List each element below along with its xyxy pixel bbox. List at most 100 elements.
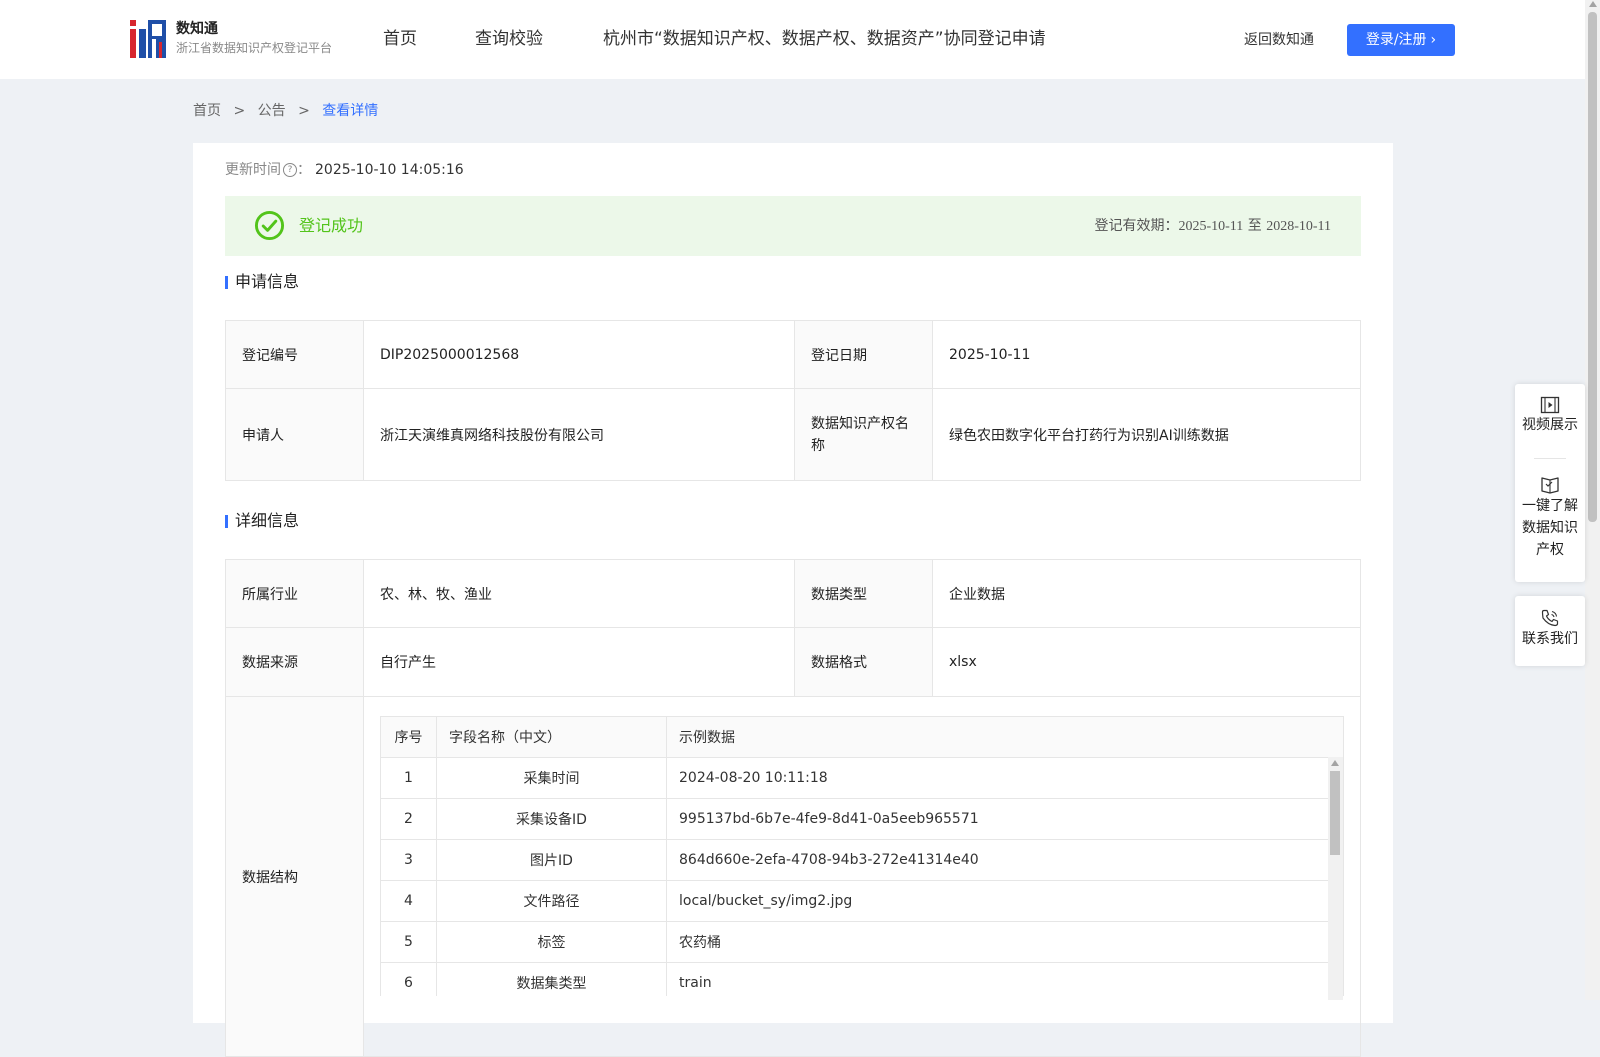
column-header: 序号 xyxy=(380,716,437,758)
field-value: 农、林、牧、渔业 xyxy=(363,559,795,628)
section-title-detail: 详细信息 xyxy=(225,510,299,532)
question-circle-icon[interactable]: ? xyxy=(283,163,297,177)
table-scrollbar[interactable] xyxy=(1328,757,1343,1000)
field-label: 数据类型 xyxy=(794,559,933,628)
column-header: 字段名称（中文） xyxy=(436,716,667,758)
chevron-right-icon: › xyxy=(1430,32,1437,48)
field-label: 申请人 xyxy=(225,388,364,481)
float-panel-contact: 联系我们 xyxy=(1515,596,1585,666)
breadcrumb-notice[interactable]: 公告 xyxy=(258,103,286,119)
scroll-up-arrow-icon[interactable] xyxy=(1331,760,1339,766)
nav-register-apply[interactable]: 杭州市“数据知识产权、数据产权、数据资产”协同登记申请 xyxy=(603,28,1046,50)
logo-title: 数知通 xyxy=(176,21,218,37)
update-time-label: 更新时间 xyxy=(225,162,281,178)
table-header-row: 序号 字段名称（中文） 示例数据 xyxy=(380,716,1344,758)
update-time: 更新时间?： 2025-10-10 14:05:16 xyxy=(225,160,464,180)
validity-end: 2028-10-11 xyxy=(1266,219,1331,234)
nav-query[interactable]: 查询校验 xyxy=(475,28,543,50)
validity-label: 登记有效期： xyxy=(1094,218,1179,234)
table-cell: 1 xyxy=(380,757,437,799)
login-button-label: 登录/注册 xyxy=(1365,32,1427,48)
table-cell: 4 xyxy=(380,880,437,922)
field-label: 数据格式 xyxy=(794,627,933,697)
table-cell: 864d660e-2efa-4708-94b3-272e41314e40 xyxy=(666,839,1344,881)
status-banner: 登记成功 登记有效期：2025-10-11 至 2028-10-11 xyxy=(225,196,1361,256)
scroll-up-arrow-icon[interactable] xyxy=(1589,1,1597,7)
field-value: DIP2025000012568 xyxy=(363,320,795,389)
column-header: 示例数据 xyxy=(666,716,1344,758)
table-cell: 995137bd-6b7e-4fe9-8d41-0a5eeb965571 xyxy=(666,798,1344,840)
field-label: 数据来源 xyxy=(225,627,364,697)
table-cell: 2 xyxy=(380,798,437,840)
video-showcase-label: 视频展示 xyxy=(1522,417,1578,433)
data-structure-table: 序号 字段名称（中文） 示例数据 1 采集时间 2024-08-20 10:11… xyxy=(380,716,1344,996)
table-row: 数据来源 自行产生 数据格式 xlsx xyxy=(225,627,1361,697)
field-value: 2025-10-11 xyxy=(932,320,1361,389)
status-text: 登记成功 xyxy=(299,216,364,235)
page-scrollbar[interactable] xyxy=(1585,0,1600,1000)
logo-subtitle: 浙江省数据知识产权登记平台 xyxy=(176,41,333,55)
table-cell: train xyxy=(666,962,1344,996)
learn-ip-label-1: 一键了解 xyxy=(1522,498,1578,514)
table-cell: 3 xyxy=(380,839,437,881)
contact-us-button[interactable]: 联系我们 xyxy=(1515,596,1585,650)
learn-ip-button[interactable]: 一键了解 数据知识 产权 xyxy=(1515,459,1585,561)
data-structure-table-wrap[interactable]: 序号 字段名称（中文） 示例数据 1 采集时间 2024-08-20 10:11… xyxy=(380,716,1344,996)
learn-ip-label-3: 产权 xyxy=(1536,542,1564,558)
check-circle-icon xyxy=(254,210,285,241)
field-value: 企业数据 xyxy=(932,559,1361,628)
table-row: 6 数据集类型 train xyxy=(380,962,1344,996)
field-label: 数据结构 xyxy=(225,696,364,1057)
breadcrumb-separator: > xyxy=(298,103,310,119)
field-label: 所属行业 xyxy=(225,559,364,628)
table-cell: 标签 xyxy=(436,921,667,963)
field-value: 绿色农田数字化平台打药行为识别AI训练数据 xyxy=(932,388,1361,481)
field-label: 登记日期 xyxy=(794,320,933,389)
field-label: 登记编号 xyxy=(225,320,364,389)
table-row: 5 标签 农药桶 xyxy=(380,921,1344,963)
table-cell: 农药桶 xyxy=(666,921,1344,963)
update-time-value: 2025-10-10 14:05:16 xyxy=(315,162,464,178)
table-cell: 6 xyxy=(380,962,437,996)
table-cell: 5 xyxy=(380,921,437,963)
breadcrumb-current: 查看详情 xyxy=(322,103,379,119)
field-value: 浙江天演维真网络科技股份有限公司 xyxy=(363,388,795,481)
field-label: 数据知识产权名称 xyxy=(794,388,933,481)
field-value: xlsx xyxy=(932,627,1361,697)
update-time-colon: ： xyxy=(297,162,311,178)
table-cell: 采集设备ID xyxy=(436,798,667,840)
video-icon xyxy=(1540,396,1560,414)
table-cell: 2024-08-20 10:11:18 xyxy=(666,757,1344,799)
login-button[interactable]: 登录/注册 › xyxy=(1347,24,1455,56)
table-row: 3 图片ID 864d660e-2efa-4708-94b3-272e41314… xyxy=(380,839,1344,881)
book-icon xyxy=(1541,477,1559,494)
top-header: 数知通 浙江省数据知识产权登记平台 首页 查询校验 杭州市“数据知识产权、数据产… xyxy=(0,0,1585,79)
float-panel-main: 视频展示 一键了解 数据知识 产权 xyxy=(1515,384,1585,582)
validity-period: 登记有效期：2025-10-11 至 2028-10-11 xyxy=(1094,216,1331,237)
logo-text[interactable]: 数知通 浙江省数据知识产权登记平台 xyxy=(176,20,332,58)
table-cell: local/bucket_sy/img2.jpg xyxy=(666,880,1344,922)
table-cell: 文件路径 xyxy=(436,880,667,922)
logo-icon[interactable] xyxy=(130,20,166,58)
table-cell: 采集时间 xyxy=(436,757,667,799)
field-value: 自行产生 xyxy=(363,627,795,697)
table-scrollbar-thumb[interactable] xyxy=(1330,771,1340,855)
learn-ip-label-2: 数据知识 xyxy=(1522,520,1578,536)
validity-to: 至 xyxy=(1247,218,1262,234)
contact-us-label: 联系我们 xyxy=(1522,631,1578,647)
table-row: 1 采集时间 2024-08-20 10:11:18 xyxy=(380,757,1344,799)
scrollbar-thumb[interactable] xyxy=(1588,12,1597,522)
table-row: 登记编号 DIP2025000012568 登记日期 2025-10-11 xyxy=(225,320,1361,389)
validity-start: 2025-10-11 xyxy=(1178,219,1244,234)
phone-icon xyxy=(1541,609,1559,627)
table-cell: 图片ID xyxy=(436,839,667,881)
breadcrumb: 首页 > 公告 > 查看详情 xyxy=(193,101,378,121)
back-link[interactable]: 返回数知通 xyxy=(1244,30,1314,50)
video-showcase-button[interactable]: 视频展示 xyxy=(1515,384,1585,458)
nav-home[interactable]: 首页 xyxy=(383,28,417,50)
table-row: 4 文件路径 local/bucket_sy/img2.jpg xyxy=(380,880,1344,922)
apply-info-table: 登记编号 DIP2025000012568 登记日期 2025-10-11 申请… xyxy=(225,320,1361,481)
table-cell: 数据集类型 xyxy=(436,962,667,996)
breadcrumb-home[interactable]: 首页 xyxy=(193,103,221,119)
table-row: 所属行业 农、林、牧、渔业 数据类型 企业数据 xyxy=(225,559,1361,628)
